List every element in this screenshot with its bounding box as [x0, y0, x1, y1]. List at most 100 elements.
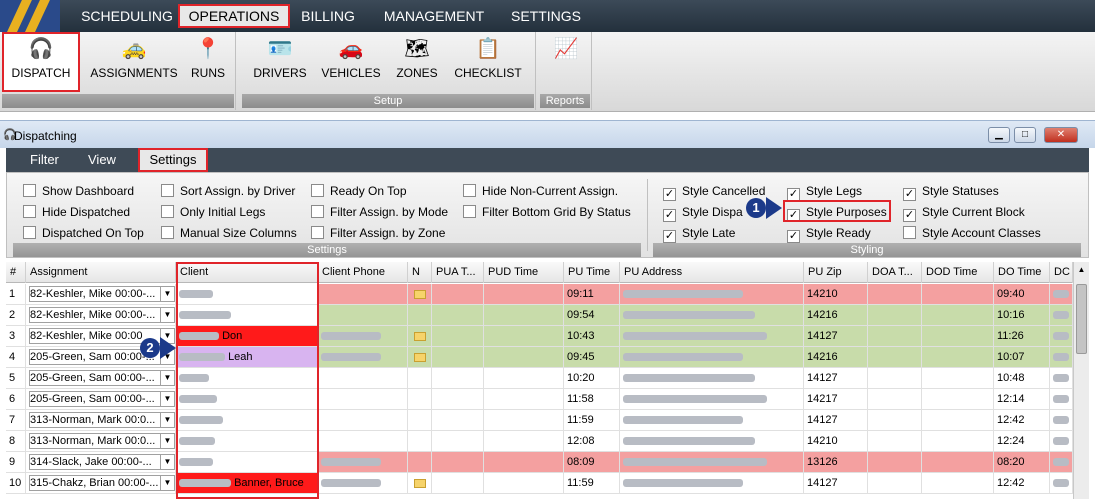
checkbox-checked[interactable]: ✓ — [903, 188, 916, 201]
checklist-button[interactable]: 📋 CHECKLIST — [450, 34, 526, 90]
checkbox[interactable] — [311, 226, 324, 239]
checkbox[interactable] — [23, 226, 36, 239]
col-header-dod-time[interactable]: DOD Time — [922, 262, 994, 283]
envelope-icon[interactable] — [414, 331, 426, 341]
col-header-client-phone[interactable]: Client Phone — [318, 262, 408, 283]
chevron-down-icon[interactable]: ▼ — [160, 455, 174, 469]
checkbox[interactable] — [903, 226, 916, 239]
envelope-icon[interactable] — [414, 478, 426, 488]
option-sort-assign-by-driver[interactable]: Sort Assign. by Driver — [161, 183, 295, 199]
checkbox-checked[interactable]: ✓ — [903, 209, 916, 222]
checkbox-checked[interactable]: ✓ — [663, 209, 676, 222]
chevron-down-icon[interactable]: ▼ — [160, 434, 174, 448]
option-show-dashboard[interactable]: Show Dashboard — [23, 183, 134, 199]
checkbox[interactable] — [23, 184, 36, 197]
chevron-down-icon[interactable]: ▼ — [160, 476, 174, 490]
envelope-icon[interactable] — [414, 289, 426, 299]
option-style-legs[interactable]: ✓ Style Legs — [787, 183, 862, 201]
chevron-down-icon[interactable]: ▼ — [160, 392, 174, 406]
chevron-down-icon[interactable]: ▼ — [160, 308, 174, 322]
option-style-late[interactable]: ✓ Style Late — [663, 225, 735, 243]
option-style-statuses[interactable]: ✓ Style Statuses — [903, 183, 999, 201]
assignments-button[interactable]: 🚕 ASSIGNMENTS — [86, 34, 182, 90]
checkbox-checked[interactable]: ✓ — [787, 230, 800, 243]
assignment-dropdown[interactable]: 82-Keshler, Mike 00:00-... ▼ — [29, 307, 175, 323]
checkbox[interactable] — [311, 205, 324, 218]
checkbox[interactable] — [161, 205, 174, 218]
nav-tab-billing[interactable]: BILLING — [296, 4, 360, 28]
col-header-pu-address[interactable]: PU Address — [620, 262, 804, 283]
table-row[interactable]: 5 205-Green, Sam 00:00-... ▼ 10:20 14127 10:… — [6, 368, 1073, 389]
option-hide-non-current-assign[interactable]: Hide Non-Current Assign. — [463, 183, 618, 199]
minimize-button[interactable]: ▁ — [988, 127, 1010, 143]
assignment-dropdown[interactable]: 315-Chakz, Brian 00:00-... ▼ — [29, 475, 175, 491]
nav-tab-operations[interactable]: OPERATIONS — [178, 4, 290, 28]
option-filter-assign-by-mode[interactable]: Filter Assign. by Mode — [311, 204, 448, 220]
runs-button[interactable]: 📍 RUNS — [186, 34, 230, 90]
option-manual-size-columns[interactable]: Manual Size Columns — [161, 225, 297, 241]
menu-filter[interactable]: Filter — [30, 148, 70, 172]
col-header-pud-time[interactable]: PUD Time — [484, 262, 564, 283]
option-ready-on-top[interactable]: Ready On Top — [311, 183, 407, 199]
option-only-initial-legs[interactable]: Only Initial Legs — [161, 204, 265, 220]
col-header-doa-time[interactable]: DOA T... — [868, 262, 922, 283]
assignment-dropdown[interactable]: 313-Norman, Mark 00:0... ▼ — [29, 412, 175, 428]
checkbox[interactable] — [161, 226, 174, 239]
envelope-icon[interactable] — [414, 352, 426, 362]
checkbox[interactable] — [463, 184, 476, 197]
table-row[interactable]: 2 82-Keshler, Mike 00:00-... ▼ 09:54 14216 1… — [6, 305, 1073, 326]
zones-button[interactable]: 🗺 ZONES — [392, 34, 442, 90]
table-row[interactable]: 8 313-Norman, Mark 00:0... ▼ 12:08 14210 12:… — [6, 431, 1073, 452]
chevron-down-icon[interactable]: ▼ — [160, 287, 174, 301]
col-header-do-time[interactable]: DO Time — [994, 262, 1050, 283]
grid-vertical-scrollbar[interactable]: ▲ — [1073, 262, 1089, 499]
assignment-dropdown[interactable]: 205-Green, Sam 00:00-... ▼ — [29, 370, 175, 386]
assignment-dropdown[interactable]: 314-Slack, Jake 00:00-... ▼ — [29, 454, 175, 470]
table-row[interactable]: 9 314-Slack, Jake 00:00-... ▼ 08:09 13126 08… — [6, 452, 1073, 473]
option-dispatched-on-top[interactable]: Dispatched On Top — [23, 225, 144, 241]
col-header-pua-time[interactable]: PUA T... — [432, 262, 484, 283]
col-header-dc[interactable]: DC — [1050, 262, 1073, 283]
table-row[interactable]: 10 315-Chakz, Brian 00:00-... ▼ Banner, Br… — [6, 473, 1073, 494]
reports-chart-button[interactable]: 📈 — [544, 34, 588, 90]
option-filter-bottom-grid-by-status[interactable]: Filter Bottom Grid By Status — [463, 204, 631, 220]
col-header-assignment[interactable]: Assignment — [26, 262, 176, 283]
option-style-account-classes[interactable]: Style Account Classes — [903, 225, 1041, 241]
option-filter-assign-by-zone[interactable]: Filter Assign. by Zone — [311, 225, 445, 241]
nav-tab-scheduling[interactable]: SCHEDULING — [76, 4, 178, 28]
option-style-ready[interactable]: ✓ Style Ready — [787, 225, 871, 243]
col-header-pu-time[interactable]: PU Time — [564, 262, 620, 283]
checkbox-checked[interactable]: ✓ — [663, 230, 676, 243]
maximize-button[interactable]: □ — [1014, 127, 1036, 143]
checkbox[interactable] — [311, 184, 324, 197]
close-button[interactable]: ✕ — [1044, 127, 1078, 143]
scroll-up-arrow-icon[interactable]: ▲ — [1074, 262, 1089, 278]
col-header-pu-zip[interactable]: PU Zip — [804, 262, 868, 283]
table-row[interactable]: 7 313-Norman, Mark 00:0... ▼ 11:59 14127 12:… — [6, 410, 1073, 431]
chevron-down-icon[interactable]: ▼ — [160, 371, 174, 385]
nav-tab-settings[interactable]: SETTINGS — [504, 4, 588, 28]
dispatch-button[interactable]: 🎧 DISPATCH — [2, 32, 80, 92]
checkbox[interactable] — [23, 205, 36, 218]
col-header-num[interactable]: # — [6, 262, 26, 283]
table-row[interactable]: 1 82-Keshler, Mike 00:00-... ▼ 09:11 14210 0… — [6, 284, 1073, 305]
table-row[interactable]: 6 205-Green, Sam 00:00-... ▼ 11:58 14217 12:… — [6, 389, 1073, 410]
checkbox[interactable] — [161, 184, 174, 197]
scroll-thumb[interactable] — [1076, 284, 1087, 354]
menu-view[interactable]: View — [88, 148, 128, 172]
chevron-down-icon[interactable]: ▼ — [160, 413, 174, 427]
assignment-dropdown[interactable]: 82-Keshler, Mike 00:00-... ▼ — [29, 286, 175, 302]
drivers-button[interactable]: 🪪 DRIVERS — [250, 34, 310, 90]
option-hide-dispatched[interactable]: Hide Dispatched — [23, 204, 130, 220]
option-style-dispatched[interactable]: ✓ Style Dispa — [663, 204, 743, 222]
vehicles-button[interactable]: 🚗 VEHICLES — [318, 34, 384, 90]
checkbox[interactable] — [463, 205, 476, 218]
assignment-dropdown[interactable]: 313-Norman, Mark 00:0... ▼ — [29, 433, 175, 449]
col-header-n[interactable]: N — [408, 262, 432, 283]
menu-settings[interactable]: Settings — [138, 148, 208, 172]
option-style-current-block[interactable]: ✓ Style Current Block — [903, 204, 1025, 222]
checkbox-checked[interactable]: ✓ — [663, 188, 676, 201]
option-style-cancelled[interactable]: ✓ Style Cancelled — [663, 183, 765, 201]
nav-tab-management[interactable]: MANAGEMENT — [378, 4, 490, 28]
assignment-dropdown[interactable]: 205-Green, Sam 00:00-... ▼ — [29, 391, 175, 407]
